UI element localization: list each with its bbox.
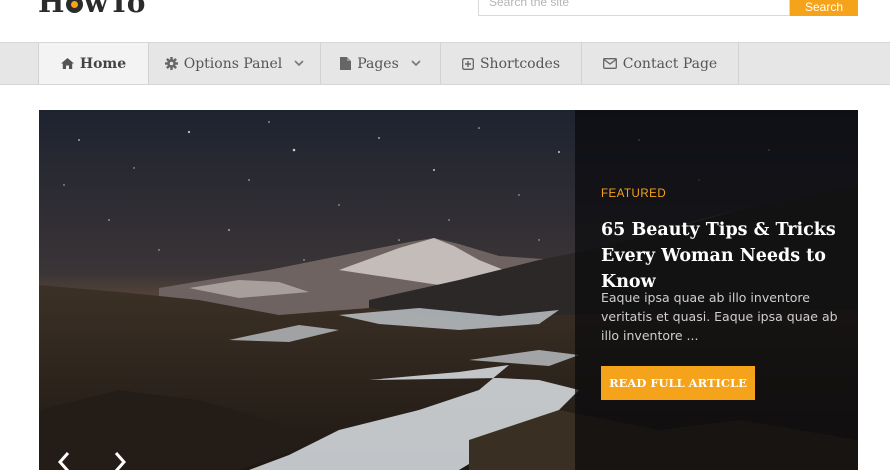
site-header: HwTo Search [0,0,890,42]
nav-item-shortcodes[interactable]: Shortcodes [441,43,582,84]
nav-label-home: Home [79,55,127,72]
site-logo[interactable]: HwTo [38,0,146,19]
chevron-down-icon [411,60,421,67]
slider-prev-arrow[interactable] [53,448,75,470]
read-full-article-button[interactable]: READ FULL ARTICLE [601,366,755,400]
nav-label-options-panel: Options Panel [183,55,283,72]
nav-item-contact-page[interactable]: Contact Page [582,43,739,84]
logo-text-start: H [38,0,65,19]
slide-caption-panel: FEATURED 65 Beauty Tips & Tricks Every W… [575,110,858,470]
slide-title[interactable]: 65 Beauty Tips & Tricks Every Woman Need… [601,217,851,295]
chevron-down-icon [294,60,304,67]
chevron-right-icon [114,452,127,470]
featured-label: FEATURED [601,188,667,200]
logo-o-icon [65,0,83,13]
search-input[interactable] [478,0,790,16]
plus-square-icon [462,57,474,70]
nav-item-pages[interactable]: Pages [321,43,441,84]
featured-slider: FEATURED 65 Beauty Tips & Tricks Every W… [39,110,858,470]
nav-label-pages: Pages [357,55,399,72]
slider-next-arrow[interactable] [109,448,131,470]
envelope-icon [602,58,617,69]
nav-label-shortcodes: Shortcodes [479,55,561,72]
logo-text-end: wTo [83,0,146,19]
nav-item-home[interactable]: Home [39,43,149,84]
gear-icon [164,57,178,70]
nav-item-options-panel[interactable]: Options Panel [149,43,321,84]
search-button[interactable]: Search [790,0,858,16]
home-icon [60,58,74,69]
nav-label-contact-page: Contact Page [622,55,718,72]
slide-excerpt: Eaque ipsa quae ab illo inventore verita… [601,290,838,343]
file-icon [340,57,352,70]
chevron-left-icon [57,452,70,470]
main-navbar: Home Options Panel Pages Shortcodes Cont… [0,42,890,85]
